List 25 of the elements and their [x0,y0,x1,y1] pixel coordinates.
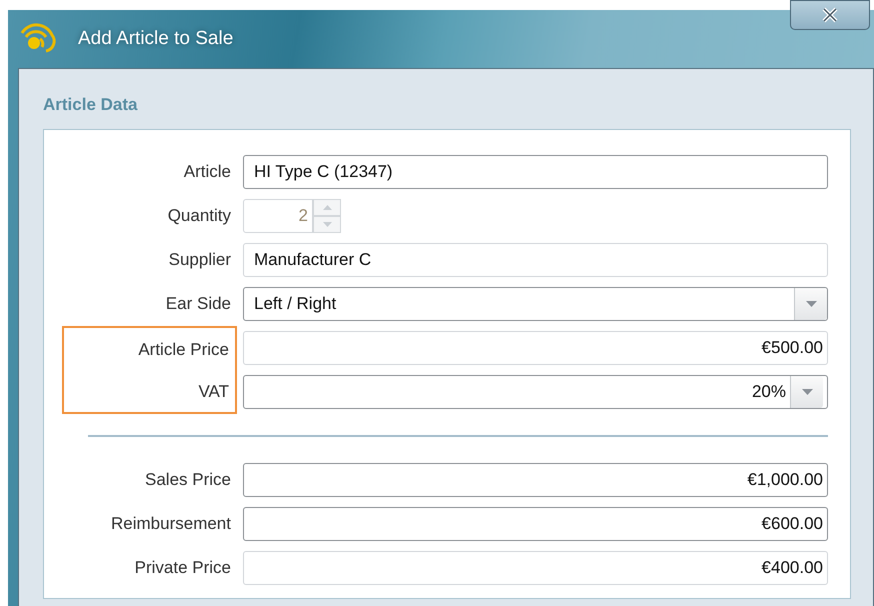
window-title: Add Article to Sale [78,28,234,50]
field-label: Ear Side [164,293,232,315]
text-field[interactable]: €600.00 [243,507,828,541]
field-label: Sales Price [144,469,232,491]
text-field[interactable]: €1,000.00 [243,463,828,497]
text-field[interactable]: €500.00 [243,331,828,365]
dropdown-field[interactable]: Left / Right [243,287,828,321]
down-arrow-icon [322,222,332,227]
spin-up-button[interactable] [313,199,341,216]
close-button[interactable] [790,0,870,30]
field-label: Reimbursement [110,513,232,535]
section-title: Article Data [43,94,138,116]
field-label: Private Price [134,557,232,579]
spin-down-button[interactable] [313,216,341,233]
close-icon [821,7,839,23]
text-field[interactable]: €400.00 [243,551,828,585]
up-arrow-icon [322,205,332,210]
field-label: Supplier [168,249,232,271]
field-label: Article [182,161,232,183]
field-label: VAT [62,370,237,414]
text-field[interactable]: Manufacturer C [243,243,828,277]
field-label: Article Price [62,326,237,370]
text-field[interactable]: HI Type C (12347) [243,155,828,189]
field-label: Quantity [166,205,232,227]
dropdown-field[interactable]: 20% [243,375,828,409]
